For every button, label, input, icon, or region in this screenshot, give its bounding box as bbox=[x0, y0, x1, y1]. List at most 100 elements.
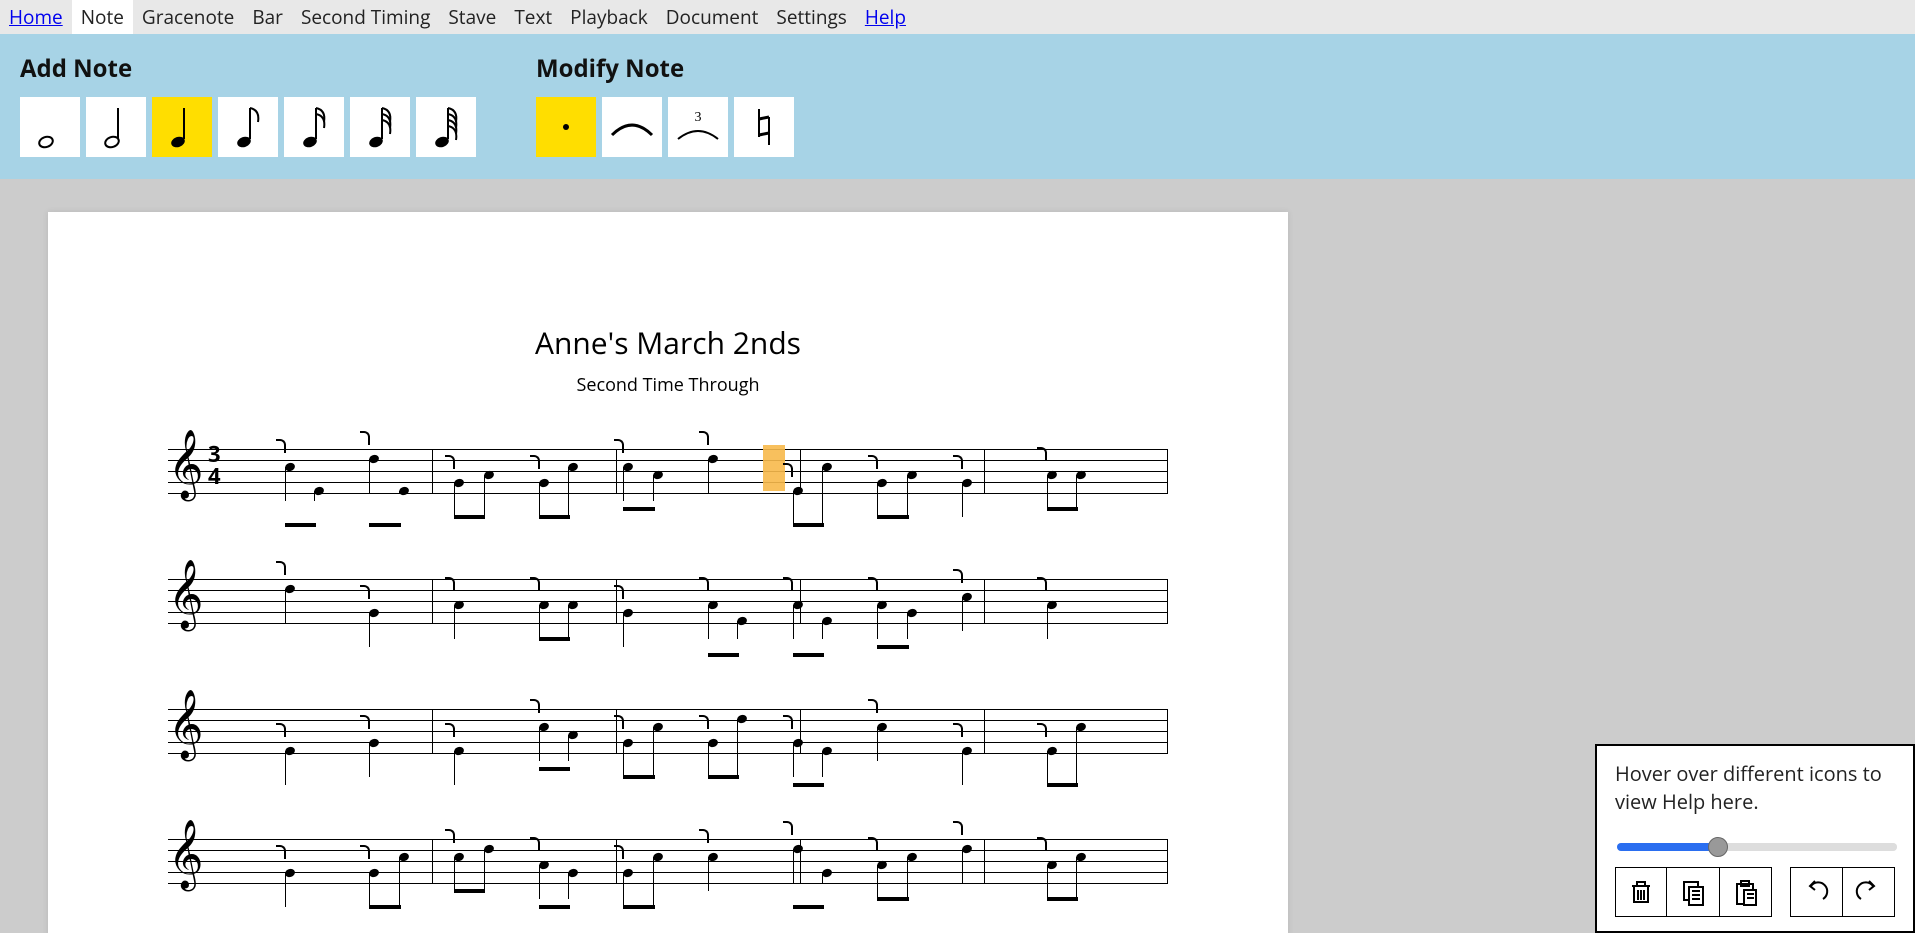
stave-3[interactable]: 𝄞 bbox=[168, 697, 1168, 787]
gracenote-icon[interactable] bbox=[360, 431, 370, 445]
note-semibreve-button[interactable] bbox=[20, 97, 80, 157]
gracenote-icon[interactable] bbox=[614, 585, 624, 599]
menu-second-timing[interactable]: Second Timing bbox=[292, 0, 439, 34]
gracenote-icon[interactable] bbox=[445, 829, 455, 843]
note-quaver-button[interactable] bbox=[218, 97, 278, 157]
gracenote-icon[interactable] bbox=[953, 723, 963, 737]
gracenote-icon[interactable] bbox=[276, 845, 286, 859]
gracenote-icon[interactable] bbox=[953, 821, 963, 835]
barline[interactable] bbox=[984, 839, 985, 883]
gracenote-icon[interactable] bbox=[1037, 447, 1047, 461]
gracenote-icon[interactable] bbox=[783, 715, 793, 729]
gracenote-icon[interactable] bbox=[868, 837, 878, 851]
note-hemidemisemiquaver-button[interactable] bbox=[416, 97, 476, 157]
gracenote-icon[interactable] bbox=[783, 821, 793, 835]
menu-text[interactable]: Text bbox=[505, 0, 561, 34]
tie-button[interactable] bbox=[602, 97, 662, 157]
time-signature[interactable]: 34 bbox=[208, 443, 221, 487]
gracenote-icon[interactable] bbox=[614, 845, 624, 859]
redo-icon bbox=[1855, 879, 1881, 905]
panel-tools bbox=[1615, 867, 1895, 917]
gracenote-icon[interactable] bbox=[699, 577, 709, 591]
gracenote-icon[interactable] bbox=[445, 723, 455, 737]
menu-document[interactable]: Document bbox=[657, 0, 768, 34]
score-title[interactable]: Anne's March 2nds bbox=[168, 322, 1168, 363]
gracenote-icon[interactable] bbox=[868, 577, 878, 591]
note-stem bbox=[539, 865, 540, 899]
barline[interactable] bbox=[1167, 449, 1168, 493]
barline[interactable] bbox=[1167, 839, 1168, 883]
menu-playback[interactable]: Playback bbox=[561, 0, 657, 34]
barline[interactable] bbox=[1167, 579, 1168, 623]
gracenote-icon[interactable] bbox=[445, 455, 455, 469]
note-stem bbox=[568, 873, 569, 899]
delete-button[interactable] bbox=[1615, 867, 1667, 917]
gracenote-icon[interactable] bbox=[530, 837, 540, 851]
gracenote-icon[interactable] bbox=[276, 561, 286, 575]
score-page[interactable]: Anne's March 2nds Second Time Through 𝄞3… bbox=[48, 212, 1288, 933]
paste-button[interactable] bbox=[1720, 867, 1772, 917]
beam bbox=[369, 905, 400, 909]
barline[interactable] bbox=[432, 709, 433, 753]
beam bbox=[623, 905, 654, 909]
copy-button[interactable] bbox=[1667, 867, 1719, 917]
gracenote-icon[interactable] bbox=[530, 699, 540, 713]
barline[interactable] bbox=[1167, 709, 1168, 753]
barline[interactable] bbox=[432, 839, 433, 883]
beam bbox=[539, 515, 570, 519]
gracenote-icon[interactable] bbox=[276, 723, 286, 737]
gracenote-icon[interactable] bbox=[783, 463, 793, 477]
barline[interactable] bbox=[432, 579, 433, 623]
beam bbox=[1047, 897, 1078, 901]
note-stem bbox=[962, 751, 963, 785]
barline[interactable] bbox=[984, 579, 985, 623]
gracenote-icon[interactable] bbox=[953, 569, 963, 583]
gracenote-icon[interactable] bbox=[276, 439, 286, 453]
note-crotchet-button[interactable] bbox=[152, 97, 212, 157]
zoom-slider[interactable] bbox=[1617, 843, 1897, 851]
menu-help[interactable]: Help bbox=[856, 0, 915, 34]
barline[interactable] bbox=[432, 449, 433, 493]
stave-4[interactable]: 𝄞 bbox=[168, 827, 1168, 917]
gracenote-icon[interactable] bbox=[1037, 837, 1047, 851]
gracenote-icon[interactable] bbox=[360, 845, 370, 859]
gracenote-icon[interactable] bbox=[868, 455, 878, 469]
barline[interactable] bbox=[984, 709, 985, 753]
triplet-button[interactable]: 3 bbox=[668, 97, 728, 157]
gracenote-icon[interactable] bbox=[699, 715, 709, 729]
gracenote-icon[interactable] bbox=[783, 577, 793, 591]
gracenote-icon[interactable] bbox=[530, 577, 540, 591]
menu-home[interactable]: Home bbox=[0, 0, 72, 34]
note-stem bbox=[877, 483, 878, 517]
gracenote-icon[interactable] bbox=[1037, 577, 1047, 591]
menu-bar[interactable]: Bar bbox=[243, 0, 292, 34]
gracenote-icon[interactable] bbox=[699, 431, 709, 445]
gracenote-icon[interactable] bbox=[614, 439, 624, 453]
gracenote-icon[interactable] bbox=[614, 715, 624, 729]
note-minim-button[interactable] bbox=[86, 97, 146, 157]
menu-settings[interactable]: Settings bbox=[767, 0, 855, 34]
score-subtitle[interactable]: Second Time Through bbox=[168, 373, 1168, 397]
gracenote-icon[interactable] bbox=[953, 455, 963, 469]
barline[interactable] bbox=[616, 449, 617, 493]
menu-stave[interactable]: Stave bbox=[439, 0, 505, 34]
note-demisemiquaver-button[interactable] bbox=[350, 97, 410, 157]
gracenote-icon[interactable] bbox=[445, 577, 455, 591]
undo-button[interactable] bbox=[1790, 867, 1842, 917]
gracenote-icon[interactable] bbox=[530, 455, 540, 469]
stave-2[interactable]: 𝄞 bbox=[168, 567, 1168, 657]
menu-gracenote[interactable]: Gracenote bbox=[133, 0, 243, 34]
modify-note-heading: Modify Note bbox=[536, 52, 794, 85]
natural-button[interactable] bbox=[734, 97, 794, 157]
stave-1[interactable]: 𝄞34 bbox=[168, 437, 1168, 527]
dot-button[interactable] bbox=[536, 97, 596, 157]
gracenote-icon[interactable] bbox=[868, 699, 878, 713]
redo-button[interactable] bbox=[1843, 867, 1895, 917]
gracenote-icon[interactable] bbox=[1037, 723, 1047, 737]
barline[interactable] bbox=[984, 449, 985, 493]
gracenote-icon[interactable] bbox=[360, 715, 370, 729]
gracenote-icon[interactable] bbox=[699, 829, 709, 843]
gracenote-icon[interactable] bbox=[360, 585, 370, 599]
menu-note[interactable]: Note bbox=[72, 0, 133, 34]
note-semiquaver-button[interactable] bbox=[284, 97, 344, 157]
